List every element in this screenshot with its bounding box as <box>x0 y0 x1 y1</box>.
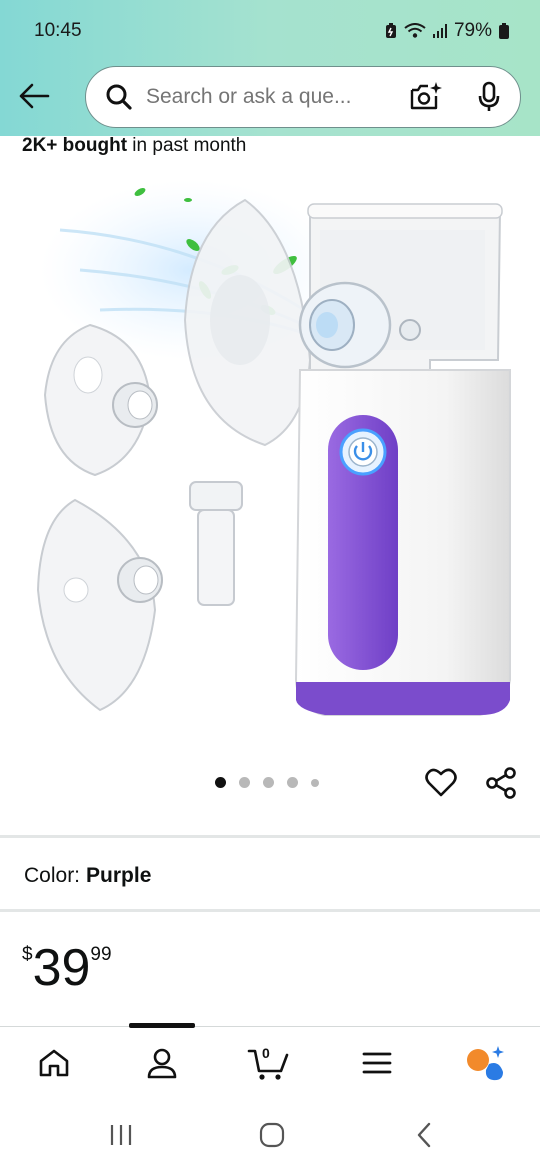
search-bar[interactable] <box>85 66 521 128</box>
add-to-list-button[interactable] <box>423 765 459 801</box>
search-input[interactable] <box>146 85 388 109</box>
nebulizer-illustration <box>36 180 511 716</box>
nav-account[interactable] <box>138 1041 186 1085</box>
nav-home[interactable] <box>30 1041 78 1085</box>
purchase-count-bold: 2K+ bought <box>22 135 128 156</box>
status-bar: 10:45 79% <box>0 0 540 62</box>
account-icon <box>147 1048 177 1079</box>
pagination-dot-5[interactable] <box>311 778 319 787</box>
price-currency: $ <box>22 944 33 965</box>
voice-search-button[interactable] <box>472 79 506 115</box>
bottom-navigation: 0 <box>0 1023 540 1098</box>
heart-icon <box>425 768 457 797</box>
price-whole: 39 <box>32 939 91 997</box>
system-back-button[interactable] <box>404 1120 444 1150</box>
recent-apps-icon <box>110 1125 132 1145</box>
rufus-icon <box>467 1046 504 1081</box>
back-button[interactable] <box>14 76 54 116</box>
image-pagination[interactable] <box>215 777 319 788</box>
camera-search-button[interactable] <box>408 79 444 115</box>
home-icon <box>39 1049 69 1077</box>
status-time: 10:45 <box>34 20 82 41</box>
pagination-dot-4[interactable] <box>287 777 298 788</box>
battery-icon <box>499 23 509 39</box>
product-image[interactable] <box>0 170 540 750</box>
camera-sparkle-icon <box>410 82 442 110</box>
nav-menu[interactable] <box>353 1041 401 1085</box>
divider <box>0 909 540 912</box>
menu-icon <box>362 1052 392 1074</box>
search-icon <box>104 82 134 112</box>
divider <box>0 835 540 838</box>
chevron-left-icon <box>417 1122 431 1148</box>
system-navigation-bar <box>0 1100 540 1170</box>
purchase-count-rest: in past month <box>127 135 247 156</box>
pagination-dot-2[interactable] <box>239 777 250 788</box>
wifi-icon <box>404 23 426 38</box>
signal-icon <box>432 24 447 38</box>
color-selector[interactable]: Color: Purple <box>24 864 151 888</box>
price: $3999 <box>22 938 112 998</box>
color-label: Color: <box>24 864 81 887</box>
color-value: Purple <box>86 864 152 887</box>
nav-rufus[interactable] <box>462 1041 510 1085</box>
share-icon <box>486 767 516 799</box>
battery-saver-icon <box>385 23 396 38</box>
status-icons: 79% <box>384 20 510 42</box>
pagination-dot-1[interactable] <box>215 777 226 788</box>
cart-count: 0 <box>262 1045 270 1061</box>
active-tab-indicator <box>129 1023 195 1028</box>
nav-cart[interactable]: 0 <box>245 1041 293 1085</box>
back-arrow-icon <box>19 83 50 109</box>
battery-percent: 79% <box>453 20 492 41</box>
microphone-icon <box>478 81 500 111</box>
price-fraction: 99 <box>90 944 112 965</box>
recent-apps-button[interactable] <box>101 1120 141 1150</box>
home-circle-icon <box>259 1122 285 1148</box>
pagination-dot-3[interactable] <box>263 777 274 788</box>
purchase-count: 2K+ bought in past month <box>22 135 246 157</box>
share-button[interactable] <box>482 764 520 802</box>
home-system-button[interactable] <box>252 1120 292 1150</box>
